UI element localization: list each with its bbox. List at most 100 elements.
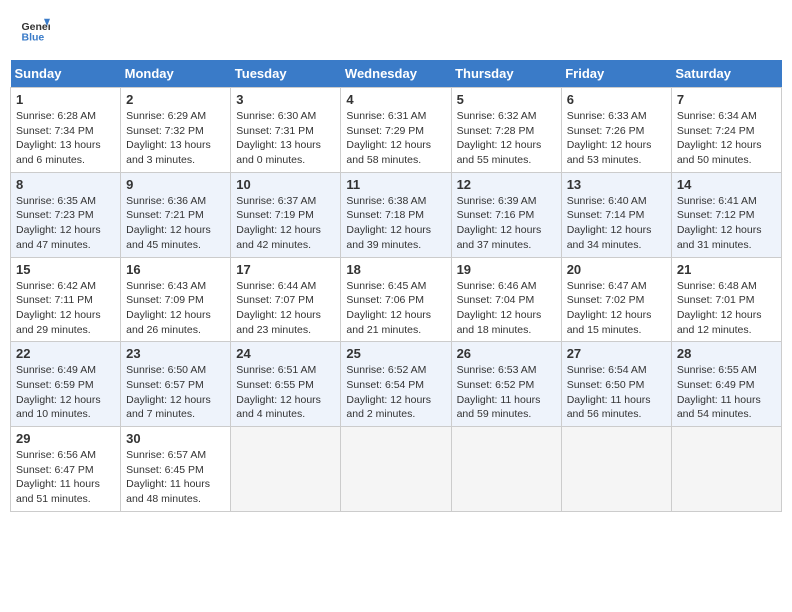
day-cell-30: 30 Sunrise: 6:57 AM Sunset: 6:45 PM Dayl… [121, 427, 231, 512]
day-cell-4: 4 Sunrise: 6:31 AM Sunset: 7:29 PM Dayli… [341, 88, 451, 173]
day-info: Sunrise: 6:49 AM Sunset: 6:59 PM Dayligh… [16, 363, 115, 422]
week-row-3: 15 Sunrise: 6:42 AM Sunset: 7:11 PM Dayl… [11, 257, 782, 342]
day-number: 16 [126, 262, 225, 277]
calendar-table: SundayMondayTuesdayWednesdayThursdayFrid… [10, 60, 782, 512]
day-info: Sunrise: 6:50 AM Sunset: 6:57 PM Dayligh… [126, 363, 225, 422]
day-cell-17: 17 Sunrise: 6:44 AM Sunset: 7:07 PM Dayl… [231, 257, 341, 342]
day-info: Sunrise: 6:29 AM Sunset: 7:32 PM Dayligh… [126, 109, 225, 168]
empty-cell [451, 427, 561, 512]
empty-cell [231, 427, 341, 512]
logo-icon: General Blue [20, 15, 50, 45]
day-number: 13 [567, 177, 666, 192]
day-info: Sunrise: 6:34 AM Sunset: 7:24 PM Dayligh… [677, 109, 776, 168]
day-cell-5: 5 Sunrise: 6:32 AM Sunset: 7:28 PM Dayli… [451, 88, 561, 173]
day-cell-23: 23 Sunrise: 6:50 AM Sunset: 6:57 PM Dayl… [121, 342, 231, 427]
day-number: 29 [16, 431, 115, 446]
day-info: Sunrise: 6:44 AM Sunset: 7:07 PM Dayligh… [236, 279, 335, 338]
day-number: 20 [567, 262, 666, 277]
day-info: Sunrise: 6:47 AM Sunset: 7:02 PM Dayligh… [567, 279, 666, 338]
day-info: Sunrise: 6:43 AM Sunset: 7:09 PM Dayligh… [126, 279, 225, 338]
day-info: Sunrise: 6:55 AM Sunset: 6:49 PM Dayligh… [677, 363, 776, 422]
day-number: 18 [346, 262, 445, 277]
day-info: Sunrise: 6:41 AM Sunset: 7:12 PM Dayligh… [677, 194, 776, 253]
day-cell-29: 29 Sunrise: 6:56 AM Sunset: 6:47 PM Dayl… [11, 427, 121, 512]
day-number: 9 [126, 177, 225, 192]
day-cell-28: 28 Sunrise: 6:55 AM Sunset: 6:49 PM Dayl… [671, 342, 781, 427]
day-info: Sunrise: 6:35 AM Sunset: 7:23 PM Dayligh… [16, 194, 115, 253]
day-info: Sunrise: 6:52 AM Sunset: 6:54 PM Dayligh… [346, 363, 445, 422]
day-cell-19: 19 Sunrise: 6:46 AM Sunset: 7:04 PM Dayl… [451, 257, 561, 342]
day-number: 28 [677, 346, 776, 361]
day-info: Sunrise: 6:46 AM Sunset: 7:04 PM Dayligh… [457, 279, 556, 338]
day-cell-9: 9 Sunrise: 6:36 AM Sunset: 7:21 PM Dayli… [121, 172, 231, 257]
day-cell-24: 24 Sunrise: 6:51 AM Sunset: 6:55 PM Dayl… [231, 342, 341, 427]
day-number: 17 [236, 262, 335, 277]
day-cell-22: 22 Sunrise: 6:49 AM Sunset: 6:59 PM Dayl… [11, 342, 121, 427]
col-header-wednesday: Wednesday [341, 60, 451, 88]
day-number: 22 [16, 346, 115, 361]
day-number: 1 [16, 92, 115, 107]
day-number: 25 [346, 346, 445, 361]
day-cell-27: 27 Sunrise: 6:54 AM Sunset: 6:50 PM Dayl… [561, 342, 671, 427]
day-cell-18: 18 Sunrise: 6:45 AM Sunset: 7:06 PM Dayl… [341, 257, 451, 342]
day-number: 21 [677, 262, 776, 277]
day-cell-6: 6 Sunrise: 6:33 AM Sunset: 7:26 PM Dayli… [561, 88, 671, 173]
empty-cell [341, 427, 451, 512]
day-number: 30 [126, 431, 225, 446]
day-number: 2 [126, 92, 225, 107]
day-number: 14 [677, 177, 776, 192]
day-info: Sunrise: 6:45 AM Sunset: 7:06 PM Dayligh… [346, 279, 445, 338]
day-info: Sunrise: 6:39 AM Sunset: 7:16 PM Dayligh… [457, 194, 556, 253]
day-cell-16: 16 Sunrise: 6:43 AM Sunset: 7:09 PM Dayl… [121, 257, 231, 342]
day-info: Sunrise: 6:38 AM Sunset: 7:18 PM Dayligh… [346, 194, 445, 253]
day-cell-20: 20 Sunrise: 6:47 AM Sunset: 7:02 PM Dayl… [561, 257, 671, 342]
day-info: Sunrise: 6:33 AM Sunset: 7:26 PM Dayligh… [567, 109, 666, 168]
day-number: 27 [567, 346, 666, 361]
day-number: 19 [457, 262, 556, 277]
page-header: General Blue [10, 10, 782, 50]
day-number: 8 [16, 177, 115, 192]
day-number: 5 [457, 92, 556, 107]
day-cell-26: 26 Sunrise: 6:53 AM Sunset: 6:52 PM Dayl… [451, 342, 561, 427]
day-info: Sunrise: 6:51 AM Sunset: 6:55 PM Dayligh… [236, 363, 335, 422]
logo: General Blue [20, 15, 54, 45]
day-number: 26 [457, 346, 556, 361]
col-header-tuesday: Tuesday [231, 60, 341, 88]
day-info: Sunrise: 6:53 AM Sunset: 6:52 PM Dayligh… [457, 363, 556, 422]
day-number: 3 [236, 92, 335, 107]
col-header-monday: Monday [121, 60, 231, 88]
day-info: Sunrise: 6:31 AM Sunset: 7:29 PM Dayligh… [346, 109, 445, 168]
col-header-thursday: Thursday [451, 60, 561, 88]
day-cell-21: 21 Sunrise: 6:48 AM Sunset: 7:01 PM Dayl… [671, 257, 781, 342]
col-header-sunday: Sunday [11, 60, 121, 88]
day-info: Sunrise: 6:30 AM Sunset: 7:31 PM Dayligh… [236, 109, 335, 168]
day-cell-25: 25 Sunrise: 6:52 AM Sunset: 6:54 PM Dayl… [341, 342, 451, 427]
day-number: 12 [457, 177, 556, 192]
day-number: 7 [677, 92, 776, 107]
day-info: Sunrise: 6:48 AM Sunset: 7:01 PM Dayligh… [677, 279, 776, 338]
day-cell-14: 14 Sunrise: 6:41 AM Sunset: 7:12 PM Dayl… [671, 172, 781, 257]
svg-text:Blue: Blue [22, 32, 45, 44]
day-cell-2: 2 Sunrise: 6:29 AM Sunset: 7:32 PM Dayli… [121, 88, 231, 173]
empty-cell [671, 427, 781, 512]
day-info: Sunrise: 6:28 AM Sunset: 7:34 PM Dayligh… [16, 109, 115, 168]
day-cell-13: 13 Sunrise: 6:40 AM Sunset: 7:14 PM Dayl… [561, 172, 671, 257]
day-number: 6 [567, 92, 666, 107]
day-cell-7: 7 Sunrise: 6:34 AM Sunset: 7:24 PM Dayli… [671, 88, 781, 173]
day-info: Sunrise: 6:36 AM Sunset: 7:21 PM Dayligh… [126, 194, 225, 253]
week-row-4: 22 Sunrise: 6:49 AM Sunset: 6:59 PM Dayl… [11, 342, 782, 427]
day-number: 24 [236, 346, 335, 361]
day-info: Sunrise: 6:42 AM Sunset: 7:11 PM Dayligh… [16, 279, 115, 338]
day-info: Sunrise: 6:32 AM Sunset: 7:28 PM Dayligh… [457, 109, 556, 168]
day-cell-1: 1 Sunrise: 6:28 AM Sunset: 7:34 PM Dayli… [11, 88, 121, 173]
day-number: 11 [346, 177, 445, 192]
day-number: 23 [126, 346, 225, 361]
day-number: 15 [16, 262, 115, 277]
day-info: Sunrise: 6:40 AM Sunset: 7:14 PM Dayligh… [567, 194, 666, 253]
header-row: SundayMondayTuesdayWednesdayThursdayFrid… [11, 60, 782, 88]
col-header-friday: Friday [561, 60, 671, 88]
week-row-5: 29 Sunrise: 6:56 AM Sunset: 6:47 PM Dayl… [11, 427, 782, 512]
day-cell-11: 11 Sunrise: 6:38 AM Sunset: 7:18 PM Dayl… [341, 172, 451, 257]
day-info: Sunrise: 6:56 AM Sunset: 6:47 PM Dayligh… [16, 448, 115, 507]
empty-cell [561, 427, 671, 512]
